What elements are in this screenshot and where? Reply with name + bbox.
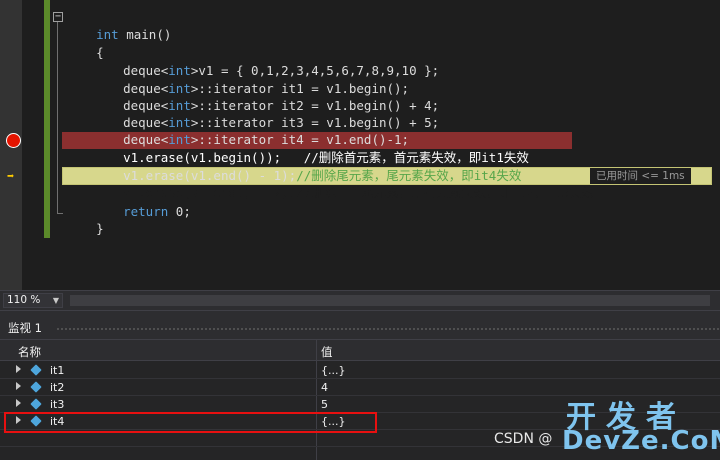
- watch-title-bar[interactable]: 监视 1: [0, 311, 720, 339]
- code-line-5[interactable]: deque<int>::iterator it2 = v1.begin() + …: [93, 80, 439, 113]
- code-line-12[interactable]: }: [66, 203, 104, 236]
- column-header-name[interactable]: 名称: [18, 344, 41, 360]
- variable-icon: [30, 398, 42, 410]
- watch-row-name: it3: [50, 398, 65, 411]
- code-line-11[interactable]: return 0;: [93, 186, 191, 219]
- watch-row-value[interactable]: 5: [321, 398, 328, 411]
- code-line-4[interactable]: deque<int>::iterator it1 = v1.begin();: [93, 63, 409, 96]
- code-line-2[interactable]: {: [66, 27, 104, 60]
- code-text: }: [96, 221, 104, 236]
- expand-arrow-icon[interactable]: [16, 399, 21, 407]
- annotation-highlight-box: [4, 412, 377, 433]
- breakpoint-icon[interactable]: [6, 133, 21, 148]
- watch-row-name: it1: [50, 364, 65, 377]
- code-line-3[interactable]: deque<int>v1 = { 0,1,2,3,4,5,6,7,8,9,10 …: [93, 45, 439, 78]
- perf-tip[interactable]: 已用时间 <= 1ms: [590, 168, 691, 184]
- chevron-down-icon: ▼: [52, 296, 59, 305]
- code-text: main(): [118, 27, 172, 42]
- outline-line: [57, 22, 58, 214]
- code-editor[interactable]: − int main() { deque<int>v1 = { 0,1,2,3,…: [0, 0, 720, 290]
- column-header-value[interactable]: 值: [321, 344, 333, 360]
- editor-status-strip: 110 % ▼: [0, 290, 720, 310]
- code-line-8[interactable]: v1.erase(v1.begin()); //删除首元素，首元素失效，即it1…: [93, 132, 529, 165]
- code-line-6[interactable]: deque<int>::iterator it3 = v1.begin() + …: [93, 97, 439, 130]
- variable-icon: [30, 364, 42, 376]
- change-tracking-bar: [44, 0, 50, 238]
- expand-arrow-icon[interactable]: [16, 365, 21, 373]
- watch-panel-title: 监视 1: [8, 321, 42, 335]
- watch-column-header: 名称 值: [0, 339, 720, 361]
- outline-end: [57, 213, 63, 214]
- watch-row-name: it2: [50, 381, 65, 394]
- code-keyword: return: [123, 204, 169, 219]
- watch-row-value[interactable]: {...}: [321, 364, 346, 377]
- code-comment: //删除非首尾元素，所有元素失效，即it2、it3失效: [296, 185, 594, 200]
- watch-row-it1[interactable]: it1 {...}: [0, 362, 720, 379]
- drag-handle[interactable]: [56, 327, 720, 331]
- zoom-value: 110 %: [7, 294, 41, 306]
- current-statement-arrow-icon[interactable]: ➡: [7, 169, 14, 183]
- variable-icon: [30, 381, 42, 393]
- collapse-icon[interactable]: −: [53, 12, 63, 22]
- expand-arrow-icon[interactable]: [16, 382, 21, 390]
- watch-row-value[interactable]: 4: [321, 381, 328, 394]
- code-line-7[interactable]: deque<int>::iterator it4 = v1.end()-1;: [93, 114, 409, 147]
- code-line-1[interactable]: int main(): [66, 9, 171, 42]
- zoom-dropdown[interactable]: 110 % ▼: [3, 293, 63, 308]
- csdn-watermark: CSDN @: [494, 431, 553, 447]
- code-line-10[interactable]: v1.erase(v1.end() - 2);//删除非首尾元素，所有元素失效，…: [93, 167, 594, 200]
- code-line-9[interactable]: v1.erase(v1.end() - 1);//删除尾元素，尾元素失效，即it…: [93, 150, 521, 183]
- site-logo-en: DevZe.CoM: [562, 426, 720, 456]
- code-text: 0;: [168, 204, 191, 219]
- horizontal-scrollbar[interactable]: [70, 295, 710, 306]
